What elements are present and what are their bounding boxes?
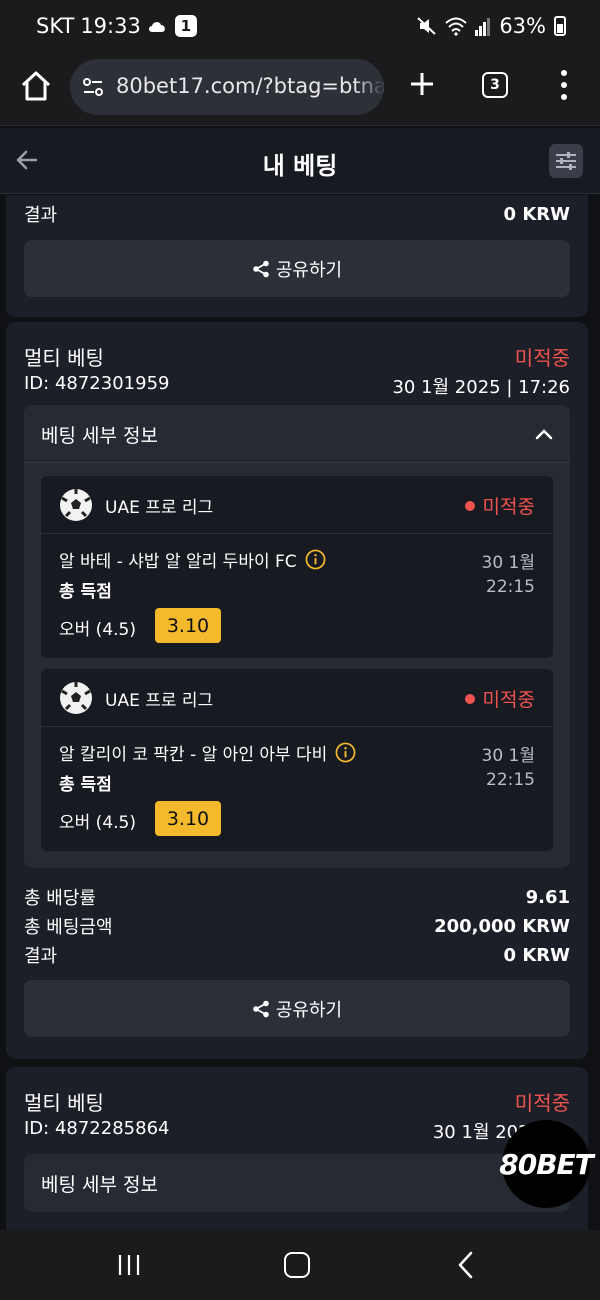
- bet-details-label: 베팅 세부 정보: [41, 425, 158, 447]
- info-icon[interactable]: [305, 549, 326, 570]
- total-odds-label: 총 배당률: [24, 888, 96, 909]
- match-status-text: 미적중: [482, 496, 535, 518]
- address-bar[interactable]: 80bet17.com/?btag=btna: [70, 59, 384, 115]
- bets-list[interactable]: 결과 0 KRW 공유하기 멀티 베팅 미적중 ID: 4872301959 3…: [0, 195, 600, 1230]
- league-name: UAE 프로 리그: [105, 498, 214, 518]
- league-name: UAE 프로 리그: [105, 691, 214, 711]
- carrier-label: SKT: [36, 14, 75, 38]
- bet-status: 미적중: [514, 346, 570, 370]
- chevron-up-icon[interactable]: [534, 424, 554, 444]
- match-status: 미적중: [464, 492, 535, 519]
- match-date: 30 1월: [481, 553, 536, 573]
- match-item: UAE 프로 리그 미적중 알 칼리이 코 팍칸 - 알 아인 아부 다비 30…: [41, 669, 553, 851]
- info-icon[interactable]: [335, 742, 356, 763]
- match-time: 22:15: [486, 577, 535, 597]
- bet-card: 멀티 베팅 미적중 ID: 4872301959 30 1월 2025 | 17…: [6, 322, 588, 1059]
- recent-apps-icon[interactable]: [116, 1252, 142, 1278]
- total-odds-row: 총 배당률 9.61: [24, 884, 570, 910]
- match-date: 30 1월: [481, 746, 536, 766]
- match-status: 미적중: [464, 685, 535, 712]
- signal-icon: [475, 18, 491, 36]
- market-name: 총 득점: [59, 775, 112, 795]
- soccer-ball-icon: [60, 682, 92, 714]
- url-text: 80bet17.com/?btag=btna: [116, 74, 384, 98]
- total-stake-label: 총 베팅금액: [24, 917, 113, 938]
- result-label: 결과: [24, 205, 58, 226]
- bet-date: 30 1월 2025 | 17:26: [392, 377, 570, 398]
- share-label: 공유하기: [275, 999, 343, 1021]
- bet-id: ID: 4872301959: [24, 373, 170, 394]
- tab-switcher-button[interactable]: 3: [482, 72, 508, 98]
- battery-icon: [554, 16, 566, 36]
- bet-details-label: 베팅 세부 정보: [41, 1174, 158, 1196]
- odds-badge: 3.10: [155, 608, 221, 643]
- page-title: 내 베팅: [262, 152, 338, 180]
- share-label: 공유하기: [275, 259, 343, 281]
- clock: 19:33: [80, 14, 141, 38]
- sliders-icon: [556, 152, 576, 170]
- match-status-text: 미적중: [482, 689, 535, 711]
- odds-badge: 3.10: [155, 801, 221, 836]
- status-dot-icon: [464, 500, 475, 511]
- match-teams: 알 바테 - 샤밥 알 알리 두바이 FC: [59, 547, 326, 572]
- teams-text: 알 칼리이 코 팍칸 - 알 아인 아부 다비: [59, 745, 328, 765]
- share-button[interactable]: 공유하기: [24, 980, 570, 1037]
- result-row: 결과 0 KRW: [24, 201, 570, 227]
- bet-type: 멀티 베팅: [24, 1091, 104, 1115]
- bet-details-panel[interactable]: 베팅 세부 정보: [24, 1154, 570, 1212]
- brand-logo: 80BET: [499, 1120, 594, 1208]
- pick-label: 오버 (4.5): [59, 620, 136, 640]
- new-tab-icon[interactable]: [406, 68, 438, 100]
- bet-id: ID: 4872285864: [24, 1118, 170, 1139]
- browser-toolbar: 80bet17.com/?btag=btna 3: [0, 56, 600, 126]
- home-nav-icon[interactable]: [284, 1252, 310, 1278]
- soccer-ball-icon: [60, 489, 92, 521]
- share-icon: [253, 260, 269, 277]
- status-bar: SKT 19:33 1 63%: [0, 0, 600, 56]
- match-header: UAE 프로 리그 미적중: [41, 669, 553, 727]
- filter-button[interactable]: [549, 144, 583, 178]
- bet-type: 멀티 베팅: [24, 346, 104, 370]
- teams-text: 알 바테 - 샤밥 알 알리 두바이 FC: [59, 552, 297, 572]
- bet-details-panel: 베팅 세부 정보 UAE 프로 리그 미적중 알 바테 - 샤밥 알 알리 두바…: [24, 405, 570, 868]
- bet-status: 미적중: [514, 1091, 570, 1115]
- url-fade: [354, 59, 384, 115]
- total-stake-row: 총 베팅금액 200,000 KRW: [24, 913, 570, 939]
- status-right: 63%: [417, 14, 566, 38]
- market-name: 총 득점: [59, 582, 112, 602]
- result-row: 결과 0 KRW: [24, 942, 570, 968]
- status-left: SKT 19:33 1: [36, 14, 197, 38]
- status-dot-icon: [464, 693, 475, 704]
- result-value: 0 KRW: [503, 944, 570, 966]
- share-icon: [253, 1000, 269, 1017]
- wifi-icon: [445, 17, 467, 36]
- battery-percent: 63%: [499, 14, 546, 38]
- result-value: 0 KRW: [503, 203, 570, 225]
- site-settings-icon[interactable]: [82, 76, 104, 98]
- more-menu-icon[interactable]: [556, 68, 572, 102]
- notification-badge: 1: [174, 15, 197, 37]
- mute-icon: [417, 17, 436, 35]
- cloud-icon: [148, 22, 165, 32]
- total-odds-value: 9.61: [525, 886, 570, 908]
- result-label: 결과: [24, 946, 58, 967]
- match-item: UAE 프로 리그 미적중 알 바테 - 샤밥 알 알리 두바이 FC 30 1…: [41, 476, 553, 658]
- pick-label: 오버 (4.5): [59, 813, 136, 833]
- home-icon[interactable]: [18, 68, 54, 104]
- total-stake-value: 200,000 KRW: [434, 915, 570, 937]
- bet-details-header[interactable]: 베팅 세부 정보: [24, 405, 570, 463]
- system-nav-bar: [0, 1230, 600, 1300]
- share-button[interactable]: 공유하기: [24, 240, 570, 297]
- app-header: 내 베팅: [0, 128, 600, 194]
- match-time: 22:15: [486, 770, 535, 790]
- bet-card-previous: 결과 0 KRW 공유하기: [6, 195, 588, 317]
- back-nav-icon[interactable]: [454, 1250, 478, 1280]
- match-teams: 알 칼리이 코 팍칸 - 알 아인 아부 다비: [59, 740, 356, 765]
- match-header: UAE 프로 리그 미적중: [41, 476, 553, 534]
